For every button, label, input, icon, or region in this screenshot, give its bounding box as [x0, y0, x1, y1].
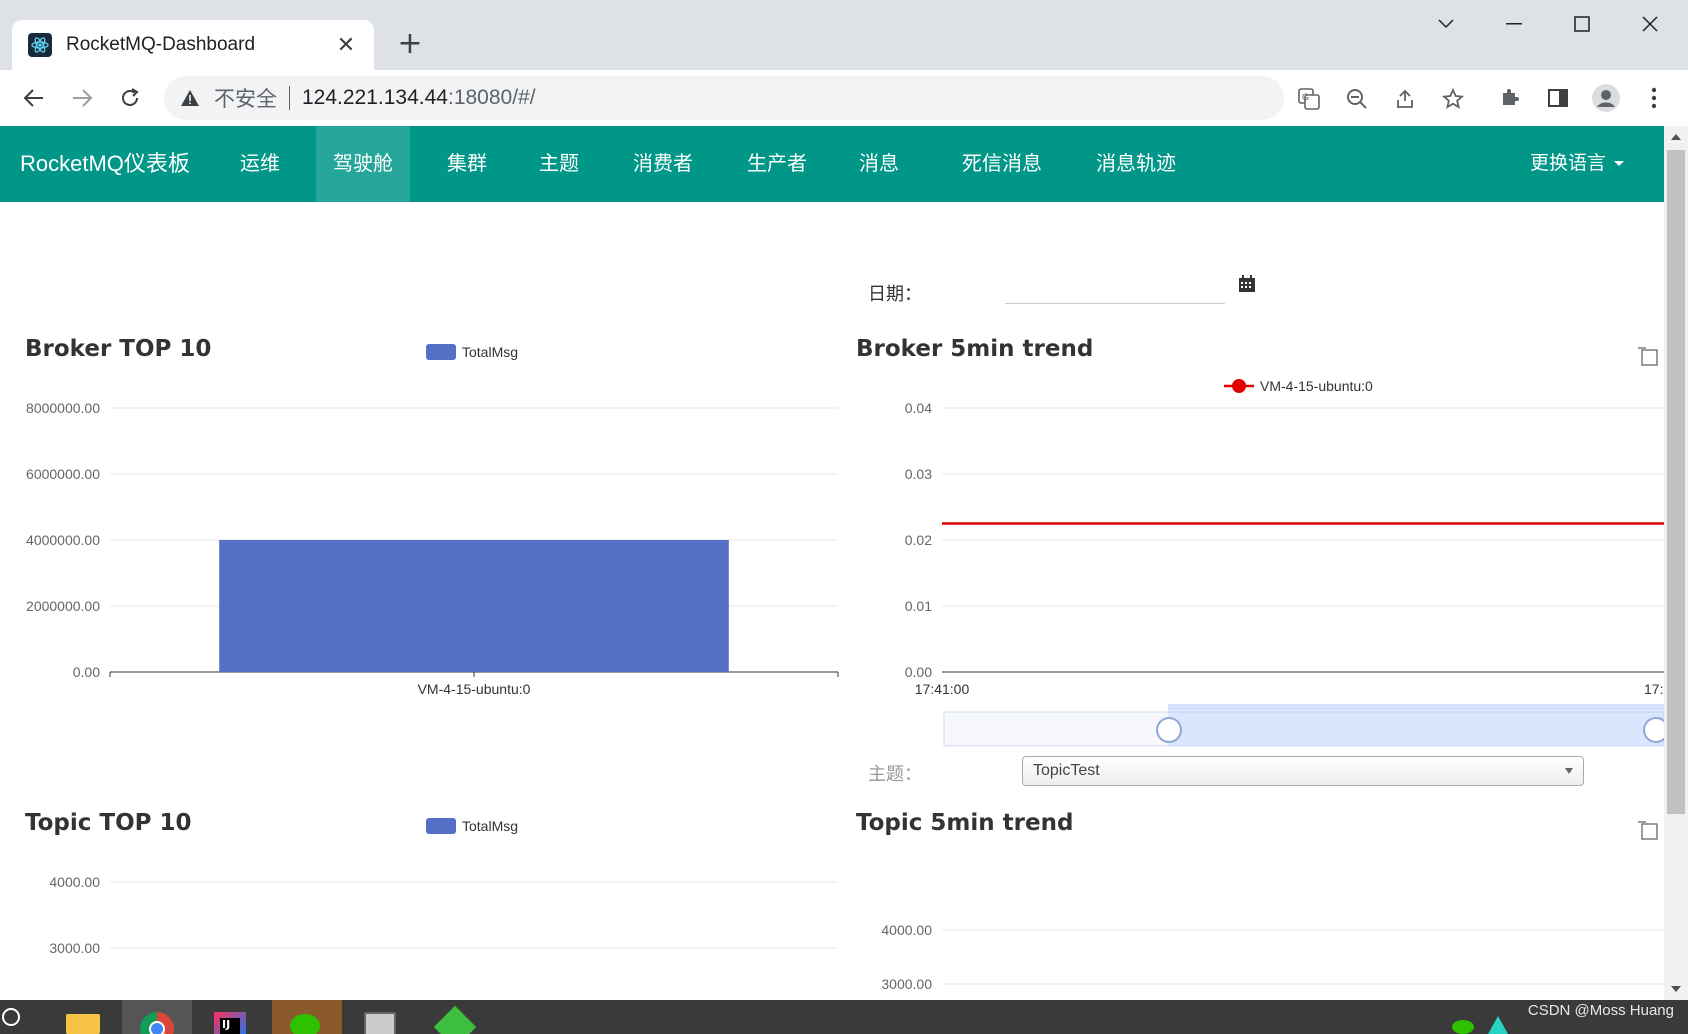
side-panel-icon[interactable]	[1540, 80, 1576, 116]
legend-swatch	[426, 818, 456, 834]
y-tick-label: 2000000.00	[26, 598, 100, 614]
close-tab-icon[interactable]: ✕	[334, 33, 358, 58]
tray-wechat-icon[interactable]	[1452, 1020, 1474, 1034]
address-separator	[289, 86, 290, 110]
csdn-watermark: CSDN @Moss Huang	[1527, 1002, 1674, 1019]
bookmark-star-icon[interactable]	[1440, 86, 1466, 112]
minimize-icon[interactable]	[1484, 6, 1544, 42]
maximize-icon[interactable]	[1552, 6, 1612, 42]
intellij-icon[interactable]: IJ	[196, 1000, 266, 1034]
zoom-slider-window	[1168, 704, 1664, 746]
y-tick-label: 0.03	[905, 466, 932, 482]
address-path: :18080/#/	[447, 86, 536, 109]
y-tick-label: 0.01	[905, 598, 932, 614]
page-scrollbar[interactable]	[1664, 126, 1688, 1000]
warning-icon[interactable]	[180, 87, 202, 109]
search-circle-icon[interactable]	[2, 1008, 20, 1026]
reload-icon[interactable]	[112, 80, 148, 116]
share-icon[interactable]	[1392, 86, 1418, 112]
zoom-handle-right	[1643, 717, 1664, 743]
zoom-out-icon[interactable]	[1344, 86, 1370, 112]
legend-label: VM-4-15-ubuntu:0	[1260, 378, 1373, 394]
back-icon[interactable]	[16, 80, 52, 116]
y-tick-label: 4000000.00	[26, 532, 100, 548]
menu-kebab-icon[interactable]	[1636, 80, 1672, 116]
x-tick-label: VM-4-15-ubuntu:0	[418, 681, 531, 697]
y-tick-label: 0.04	[905, 400, 932, 416]
tab-title: RocketMQ-Dashboard	[66, 34, 256, 55]
y-tick-label: 3000.00	[881, 976, 932, 992]
wechat-icon[interactable]	[272, 1000, 342, 1034]
address-host: 124.221.134.44	[302, 86, 448, 109]
translate-icon[interactable]: G	[1296, 86, 1322, 112]
legend-marker	[1232, 379, 1246, 393]
forward-icon[interactable]	[64, 80, 100, 116]
browser-tab-strip: RocketMQ-Dashboard ✕ +	[0, 0, 1688, 70]
y-tick-label: 8000000.00	[26, 400, 100, 416]
react-logo-icon	[28, 33, 52, 57]
crop-tool-icon	[1641, 349, 1658, 366]
y-tick-label: 4000.00	[49, 874, 100, 890]
y-tick-label: 0.00	[73, 664, 100, 680]
y-tick-label: 6000000.00	[26, 466, 100, 482]
extensions-icon[interactable]	[1492, 80, 1528, 116]
profile-avatar-icon[interactable]	[1588, 80, 1624, 116]
new-tab-icon[interactable]: +	[392, 26, 428, 62]
scroll-down-icon[interactable]	[1671, 986, 1681, 992]
os-taskbar: IJ CSDN @Moss Huang	[0, 1000, 1688, 1034]
y-tick-label: 0.00	[905, 664, 932, 680]
sync-app-icon[interactable]	[422, 1000, 492, 1034]
legend-label: TotalMsg	[462, 344, 518, 360]
file-explorer-icon[interactable]	[50, 1000, 120, 1034]
x-tick-label: 17:41:00	[915, 681, 970, 697]
chrome-icon[interactable]	[122, 1000, 192, 1034]
legend-label: TotalMsg	[462, 818, 518, 834]
insecure-label: 不安全	[214, 88, 277, 111]
y-tick-label: 3000.00	[49, 940, 100, 956]
terminal-icon[interactable]	[346, 1000, 416, 1034]
tab-search-icon[interactable]	[1416, 6, 1476, 42]
tray-app-icon[interactable]	[1488, 1016, 1508, 1034]
y-tick-label: 0.02	[905, 532, 932, 548]
crop-tool-icon	[1641, 823, 1658, 840]
svg-text:G: G	[1302, 92, 1309, 102]
zoom-slider-top-bar	[1168, 704, 1664, 710]
charts-canvas: 0.00 2000000.00 4000000.00 6000000.00 800000…	[26, 344, 1664, 992]
legend-swatch	[426, 344, 456, 360]
address-bar[interactable]: 不安全 124.221.134.44 :18080/#/ G	[164, 76, 1464, 120]
scrollbar-thumb[interactable]	[1667, 150, 1685, 814]
browser-tab[interactable]: RocketMQ-Dashboard ✕	[12, 20, 374, 70]
zoom-handle-left	[1156, 717, 1182, 743]
scroll-up-icon[interactable]	[1671, 134, 1681, 140]
close-window-icon[interactable]	[1620, 6, 1680, 42]
page-viewport: RocketMQ仪表板 运维 驾驶舱 集群 主题 消费者 生产者 消息 死信消息…	[0, 126, 1664, 1000]
y-tick-label: 4000.00	[881, 922, 932, 938]
bar	[219, 540, 729, 672]
browser-toolbar: 不安全 124.221.134.44 :18080/#/ G	[0, 70, 1688, 126]
x-tick-label: 17:	[1644, 681, 1663, 697]
